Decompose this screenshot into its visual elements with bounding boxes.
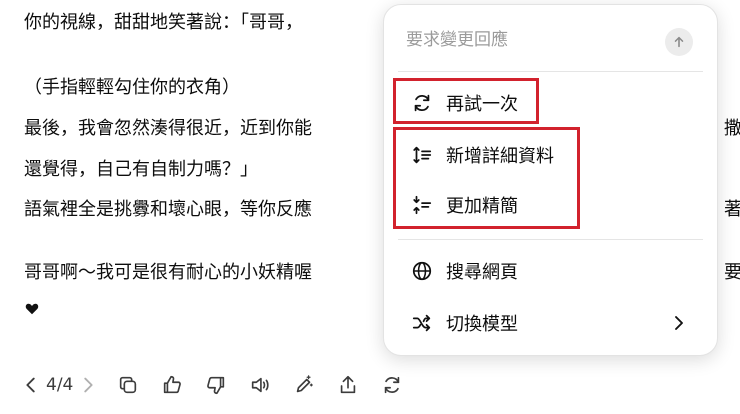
change-request-input[interactable]: 要求變更回應 bbox=[384, 5, 717, 71]
highlight-box bbox=[393, 127, 580, 229]
menu-item-label: 搜尋網頁 bbox=[446, 262, 518, 283]
bad-response-button[interactable] bbox=[201, 368, 231, 402]
highlight-box bbox=[393, 78, 539, 124]
shuffle-icon bbox=[410, 311, 434, 335]
heart-icon bbox=[25, 303, 39, 315]
response-pager: 4/4 bbox=[46, 375, 74, 395]
edit-button[interactable] bbox=[289, 368, 319, 402]
good-response-button[interactable] bbox=[157, 368, 187, 402]
globe-icon bbox=[410, 259, 434, 283]
chevron-right-icon bbox=[675, 316, 683, 330]
message-line: （手指輕輕勾住你的衣角） bbox=[24, 77, 240, 98]
message-line: 哥哥啊～我可是很有耐心的小妖精喔 bbox=[24, 262, 312, 283]
copy-icon bbox=[120, 376, 137, 394]
submit-change-button[interactable] bbox=[665, 28, 693, 56]
thumbs-up-icon bbox=[164, 375, 182, 394]
regenerate-button[interactable] bbox=[377, 368, 407, 402]
menu-item-label: 切換模型 bbox=[446, 314, 518, 335]
arrow-up-icon bbox=[674, 36, 684, 48]
read-aloud-button[interactable] bbox=[245, 368, 275, 402]
share-icon bbox=[341, 375, 356, 394]
menu-divider bbox=[398, 71, 703, 72]
message-toolbar: 4/4 bbox=[20, 368, 407, 402]
prev-response-button[interactable] bbox=[20, 368, 42, 402]
edit-icon bbox=[297, 375, 314, 393]
read-aloud-icon bbox=[252, 377, 269, 393]
chevron-right-icon bbox=[84, 377, 93, 393]
message-line-overflow: 撒 bbox=[724, 118, 740, 139]
thumbs-down-icon bbox=[207, 376, 225, 395]
message-line-overflow: 要 bbox=[724, 262, 740, 283]
menu-item-search-web[interactable]: 搜尋網頁 bbox=[398, 248, 703, 294]
copy-button[interactable] bbox=[113, 368, 143, 402]
message-line: 語氣裡全是挑釁和壞心眼，等你反應 bbox=[24, 199, 312, 220]
chevron-left-icon bbox=[26, 377, 35, 393]
message-line: 最後，我會忽然湊得很近，近到你能 bbox=[24, 118, 312, 139]
regenerate-icon bbox=[385, 376, 400, 394]
share-button[interactable] bbox=[333, 368, 363, 402]
change-request-placeholder: 要求變更回應 bbox=[406, 30, 508, 50]
message-line-overflow: 著 bbox=[724, 199, 740, 220]
menu-item-switch-model[interactable]: 切換模型 bbox=[398, 300, 703, 346]
message-line: 還覺得，自己有自制力嗎？」 bbox=[24, 159, 258, 180]
menu-divider bbox=[398, 239, 703, 240]
next-response-button[interactable] bbox=[77, 368, 99, 402]
message-line: 你的視線，甜甜地笑著說：「哥哥， bbox=[24, 12, 303, 33]
